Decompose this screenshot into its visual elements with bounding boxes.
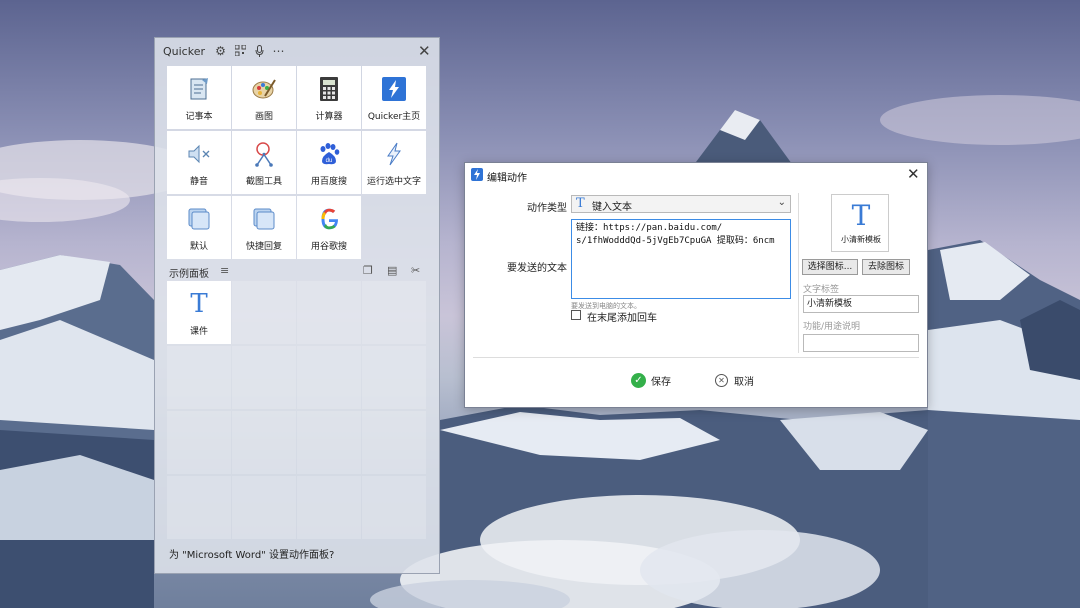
tile-calculator[interactable]: 计算器	[297, 66, 361, 129]
divider	[473, 357, 919, 358]
tile-notepad[interactable]: 记事本	[167, 66, 231, 129]
save-button[interactable]: ✓ 保存	[631, 371, 671, 389]
text-tag-label: 文字标签	[803, 285, 840, 295]
tile-quicker-home[interactable]: Quicker主页	[362, 66, 426, 129]
tile-baidu-search[interactable]: du 用百度搜	[297, 131, 361, 194]
text-t-icon: T	[190, 289, 208, 319]
choose-icon-button[interactable]: 选择图标...	[802, 259, 858, 275]
lightning-outline-icon	[379, 140, 409, 168]
close-icon[interactable]: ✕	[418, 42, 431, 60]
empty-slot[interactable]	[297, 411, 361, 474]
empty-slot[interactable]	[232, 476, 296, 539]
icon-preview: T 小清新模板	[831, 194, 889, 252]
panel-section-bar: 示例面板 ≡ ❐ ▤ ✂	[155, 262, 439, 280]
scissors-icon	[249, 140, 279, 168]
tile-google-search[interactable]: 用谷歌搜	[297, 196, 361, 259]
append-enter-label: 在末尾添加回车	[587, 313, 657, 324]
preview-label: 小清新模板	[841, 235, 881, 244]
window-stack-icon	[249, 205, 279, 233]
tile-label: 快捷回复	[245, 242, 282, 252]
tile-quick-reply[interactable]: 快捷回复	[232, 196, 296, 259]
footer-prompt-link[interactable]: 为 "Microsoft Word" 设置动作面板?	[169, 546, 334, 561]
empty-slot[interactable]	[167, 476, 231, 539]
copy-icon[interactable]: ❐	[363, 264, 373, 277]
text-t-icon: T	[576, 196, 585, 211]
tile-label: 用谷歌搜	[310, 242, 347, 252]
empty-slot[interactable]	[297, 476, 361, 539]
tile-mute[interactable]: 静音	[167, 131, 231, 194]
tile-label: 静音	[189, 177, 208, 187]
edit-action-dialog: 编辑动作 ✕ 动作类型 T 键入文本 ⌄ 要发送的文本 链接：https://p…	[464, 162, 928, 408]
chevron-down-icon: ⌄	[777, 197, 786, 208]
empty-slot[interactable]	[362, 476, 426, 539]
dialog-title: 编辑动作	[487, 173, 527, 184]
tools-icon[interactable]: ✂	[411, 264, 420, 277]
more-icon[interactable]: ⋯	[272, 44, 285, 58]
tile-label: 课件	[189, 327, 208, 337]
empty-slot[interactable]	[232, 346, 296, 409]
empty-slot[interactable]	[232, 411, 296, 474]
quicker-title: Quicker	[163, 45, 206, 58]
cancel-label: 取消	[734, 376, 754, 388]
qrcode-icon[interactable]	[234, 44, 247, 57]
tile-run-selected-text[interactable]: 运行选中文字	[362, 131, 426, 194]
menu-icon[interactable]: ≡	[220, 264, 229, 277]
checkmark-icon: ✓	[631, 372, 646, 388]
append-enter-checkbox[interactable]	[571, 310, 581, 320]
action-type-value: 键入文本	[592, 202, 632, 213]
calculator-icon	[314, 75, 344, 103]
empty-slot[interactable]	[297, 281, 361, 344]
action-type-label: 动作类型	[527, 203, 567, 214]
description-input[interactable]	[803, 334, 919, 352]
tile-snipping-tool[interactable]: 截图工具	[232, 131, 296, 194]
tile-label: 截图工具	[245, 177, 282, 187]
empty-slot[interactable]	[362, 411, 426, 474]
tile-label: 运行选中文字	[366, 177, 421, 187]
tile-courseware[interactable]: T 课件	[167, 281, 231, 344]
close-icon[interactable]: ✕	[907, 165, 920, 183]
quicker-lightning-icon	[471, 168, 483, 181]
tile-label: 用百度搜	[310, 177, 347, 187]
tile-label: 记事本	[185, 112, 213, 122]
tile-label: 画图	[254, 112, 273, 122]
quicker-lightning-icon	[379, 75, 409, 103]
tile-label: Quicker主页	[367, 112, 421, 122]
tile-label: 默认	[189, 242, 208, 252]
action-type-select[interactable]: T 键入文本 ⌄	[571, 195, 791, 213]
microphone-icon[interactable]	[253, 44, 266, 57]
svg-text:du: du	[326, 158, 333, 164]
tile-default[interactable]: 默认	[167, 196, 231, 259]
divider	[798, 193, 799, 353]
tile-label: 计算器	[315, 112, 343, 122]
empty-slot[interactable]	[362, 281, 426, 344]
cancel-button[interactable]: ✕ 取消	[715, 371, 754, 389]
gear-icon[interactable]: ⚙	[214, 44, 227, 58]
save-label: 保存	[651, 376, 671, 388]
section-title: 示例面板	[169, 269, 209, 280]
google-g-icon	[314, 205, 344, 233]
cancel-x-icon: ✕	[715, 373, 728, 387]
baidu-paw-icon: du	[314, 140, 344, 168]
empty-slot[interactable]	[297, 346, 361, 409]
tile-paint[interactable]: 画图	[232, 66, 296, 129]
mute-speaker-icon	[184, 140, 214, 168]
text-to-send-label: 要发送的文本	[507, 263, 567, 274]
empty-slot[interactable]	[167, 411, 231, 474]
empty-slot[interactable]	[232, 281, 296, 344]
empty-slot[interactable]	[167, 346, 231, 409]
paint-palette-icon	[249, 75, 279, 103]
description-label: 功能/用途说明	[803, 322, 861, 332]
quicker-header: Quicker ⚙ ⋯ ✕	[155, 38, 439, 65]
empty-slot[interactable]	[362, 346, 426, 409]
text-t-icon: T	[851, 199, 871, 232]
clipboard-icon[interactable]: ▤	[387, 264, 397, 277]
text-tag-input[interactable]: 小清新模板	[803, 295, 919, 313]
text-to-send-textarea[interactable]: 链接：https://pan.baidu.com/ s/1fhWodddQd-5…	[571, 219, 791, 299]
quicker-panel: Quicker ⚙ ⋯ ✕ 记事本 画图 计算器 Quicker主页 静音 截图…	[154, 37, 440, 574]
remove-icon-button[interactable]: 去除图标	[862, 259, 910, 275]
notepad-icon	[184, 75, 214, 103]
window-stack-icon	[184, 205, 214, 233]
